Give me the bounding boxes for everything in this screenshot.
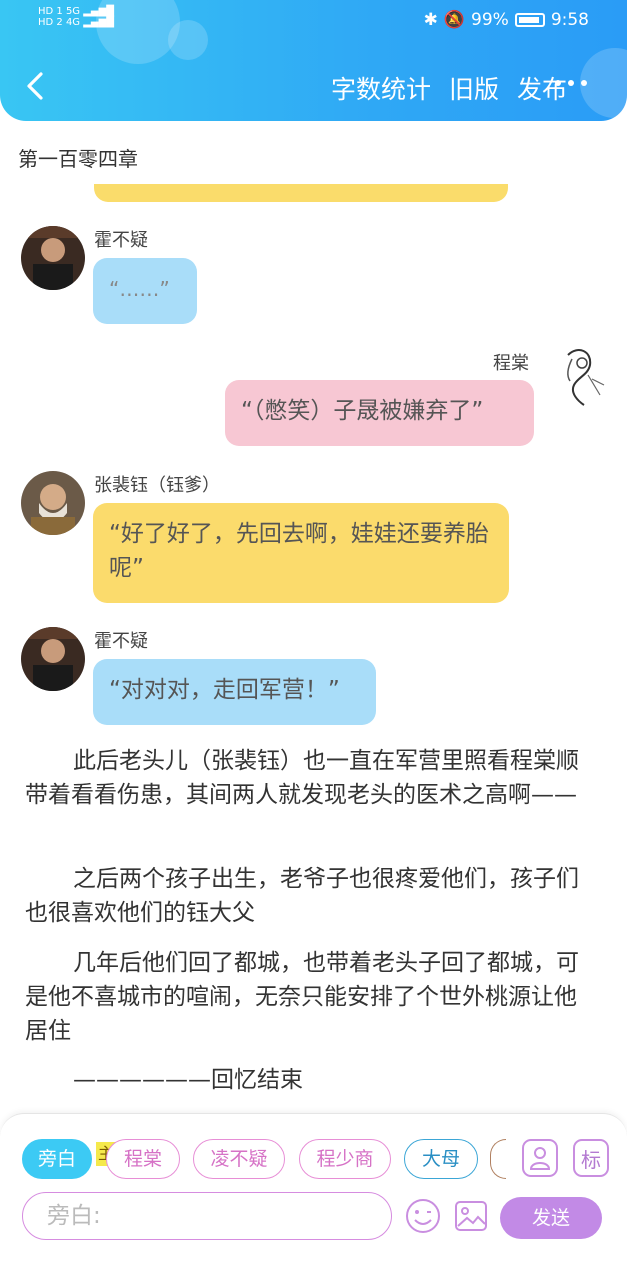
avatar[interactable] [548, 345, 612, 409]
decor-circle [580, 48, 627, 118]
composer-panel: 旁白 主 程棠 凌不疑 程少商 大母 标 旁白: 发送 [0, 1113, 627, 1280]
chip-character[interactable]: 凌不疑 [193, 1139, 285, 1179]
role-manage-icon[interactable] [522, 1139, 558, 1177]
avatar[interactable] [21, 627, 85, 691]
chip-character[interactable]: 程少商 [299, 1139, 391, 1179]
old-version-button[interactable]: 旧版 [449, 70, 499, 106]
message-bubble: “对对对，走回军营！” [93, 659, 376, 725]
status-right: ✱ 🔕 99% 9:58 [424, 10, 589, 30]
narration-paragraph: 此后老头儿（张裴钰）也一直在军营里照看程棠顺带着看看伤患，其间两人就发现老头的医… [25, 748, 579, 808]
battery-percent: 99% [471, 10, 509, 30]
message-bubble: “（憋笑）子晟被嫌弃了” [225, 380, 534, 446]
tag-icon[interactable]: 标 [573, 1139, 609, 1177]
chip-partial[interactable] [490, 1139, 506, 1179]
decor-circle [168, 20, 208, 60]
send-button[interactable]: 发送 [500, 1197, 602, 1239]
sim2-signal: HD 2 4G ▂▄▆█ [38, 17, 114, 28]
chip-character[interactable]: 程棠 [106, 1139, 180, 1179]
back-arrow-icon[interactable] [26, 72, 44, 100]
message-bubble: “……” [93, 258, 197, 324]
signal-status: HD 1 5G ▂▄▆█ HD 2 4G ▂▄▆█ [38, 6, 114, 28]
avatar[interactable] [21, 226, 85, 290]
message-input[interactable]: 旁白: [22, 1192, 392, 1240]
emoji-icon[interactable] [405, 1198, 441, 1234]
mute-bell-icon: 🔕 [443, 10, 466, 30]
header-nav: 字数统计 旧版 发布 [331, 70, 567, 106]
narration-paragraph: 几年后他们回了都城，也带着老头子回了都城，可是他不喜城市的喧闹，无奈只能安排了个… [25, 950, 579, 1044]
image-icon[interactable] [453, 1198, 489, 1234]
chip-narrator[interactable]: 旁白 [22, 1139, 92, 1179]
speaker-name: 程棠 [493, 353, 529, 374]
word-count-button[interactable]: 字数统计 [331, 70, 431, 106]
message-bubble-partial [94, 184, 508, 202]
sim1-signal: HD 1 5G ▂▄▆█ [38, 6, 114, 17]
avatar[interactable] [21, 471, 85, 535]
publish-button[interactable]: 发布 [517, 70, 567, 106]
speaker-name: 张裴钰（钰爹） [94, 475, 220, 496]
message-bubble: “好了好了，先回去啊，娃娃还要养胎呢” [93, 503, 509, 603]
app-header: HD 1 5G ▂▄▆█ HD 2 4G ▂▄▆█ ✱ 🔕 99% 9:58 字… [0, 0, 627, 121]
narration-paragraph: 之后两个孩子出生，老爷子也很疼爱他们，孩子们也很喜欢他们的钰大父 [25, 866, 579, 926]
bluetooth-icon: ✱ [423, 10, 438, 30]
chip-character[interactable]: 大母 [404, 1139, 478, 1179]
narration-paragraph: ——————回忆结束 [73, 1067, 303, 1093]
more-options-icon[interactable] [555, 80, 587, 86]
chapter-title: 第一百零四章 [18, 147, 138, 171]
battery-icon [514, 13, 545, 27]
speaker-name: 霍不疑 [94, 230, 148, 251]
speaker-name: 霍不疑 [94, 631, 148, 652]
clock: 9:58 [550, 10, 589, 30]
